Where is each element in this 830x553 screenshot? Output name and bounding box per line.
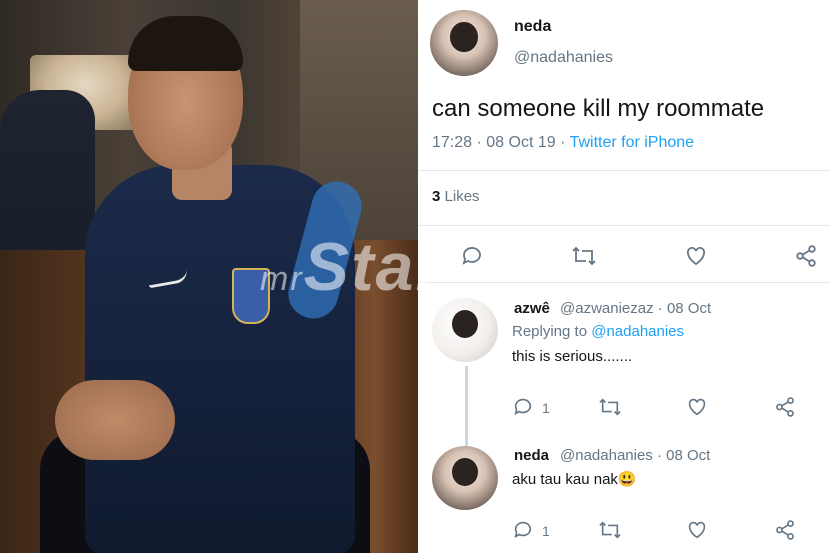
heart-icon[interactable] [686,519,708,541]
reply-author-handle: @nadahanies · 08 Oct [560,447,710,464]
reply-handle-text[interactable]: @azwaniezaz [560,300,654,317]
comment-icon[interactable] [512,396,534,418]
divider [418,282,830,283]
reply-text: aku tau kau nak😃 [512,471,637,488]
reply-author-name[interactable]: neda [514,447,549,464]
tweet-timestamp: 17:28 · 08 Oct 19 · [432,134,570,151]
likes-label: Likes [444,188,480,205]
retweet-icon[interactable] [571,244,597,268]
retweet-icon[interactable] [598,396,622,418]
author-name[interactable]: neda [514,18,551,36]
reply-author-handle: @azwaniezaz · 08 Oct [560,300,711,317]
tweet-actions [418,238,830,274]
tweet-source-link[interactable]: Twitter for iPhone [570,134,695,151]
reply-text: this is serious....... [512,348,633,365]
replying-to: Replying to @nadahanies [512,323,684,340]
replying-to-link[interactable]: @nadahanies [591,323,684,340]
share-icon[interactable] [794,244,818,268]
reply-avatar[interactable] [432,298,498,362]
tweet-meta: 17:28 · 08 Oct 19 · Twitter for iPhone [432,134,694,152]
reply-date: · 08 Oct [657,300,712,317]
reply-date: · 08 Oct [656,447,711,464]
likes-count: 3 [432,188,441,205]
comment-icon[interactable] [512,519,534,541]
heart-icon[interactable] [686,396,708,418]
tweet-panel: neda @nadahanies can someone kill my roo… [418,0,830,553]
reply-count: 1 [542,400,550,416]
author-handle[interactable]: @nadahanies [514,49,613,67]
reply-avatar[interactable] [432,446,498,510]
reply-item[interactable]: azwê @azwaniezaz · 08 Oct Replying to @n… [418,290,830,506]
heart-icon[interactable] [684,244,708,268]
share-icon[interactable] [774,519,796,541]
reply-handle-text[interactable]: @nadahanies [560,447,653,464]
tweet-text: can someone kill my roommate [432,95,765,122]
reply-count: 1 [542,523,550,539]
divider [418,170,830,171]
retweet-icon[interactable] [598,519,622,541]
photo-club-crest [232,268,270,324]
reply-author-name[interactable]: azwê [514,300,550,317]
replying-prefix: Replying to [512,323,592,340]
photo-hair [128,16,243,71]
comment-icon[interactable] [460,244,484,268]
profile-photo [0,0,418,553]
divider [418,225,830,226]
photo-hands [55,380,175,460]
author-avatar[interactable] [430,10,498,76]
likes-summary[interactable]: 3 Likes [432,188,480,205]
share-icon[interactable] [774,396,796,418]
reply-item[interactable]: neda @nadahanies · 08 Oct aku tau kau na… [418,440,830,553]
